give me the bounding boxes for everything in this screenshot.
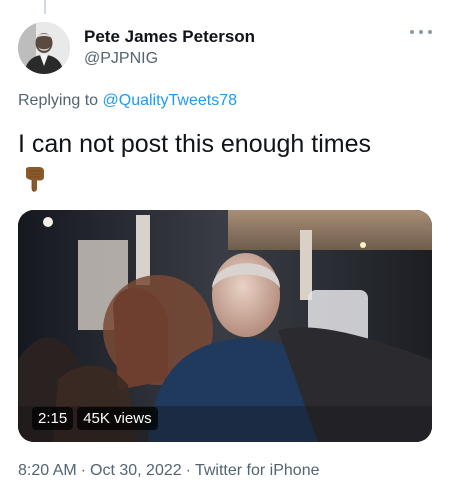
reply-mention-link[interactable]: @QualityTweets78: [103, 92, 238, 109]
backhand-index-pointing-down-icon: [26, 167, 44, 192]
tweet-time[interactable]: 8:20 AM: [18, 462, 77, 479]
video-views: 45K views: [77, 407, 158, 430]
tweet-date[interactable]: Oct 30, 2022: [90, 462, 182, 479]
video-duration: 2:15: [32, 407, 74, 430]
ellipsis-dot: [419, 30, 423, 34]
video-player[interactable]: 2:15 45K views: [18, 210, 432, 442]
video-badges: 2:15 45K views: [32, 407, 158, 430]
reply-context: Replying to @QualityTweets78: [18, 92, 237, 110]
ellipsis-icon: [410, 30, 414, 34]
profile-photo-icon: [18, 22, 70, 74]
tweet-text: I can not post this enough times: [18, 130, 371, 158]
ellipsis-dot: [428, 30, 432, 34]
display-name[interactable]: Pete James Peterson: [84, 26, 255, 48]
more-options-button[interactable]: [410, 24, 432, 40]
user-info: Pete James Peterson @PJPNIG: [84, 26, 255, 70]
user-handle[interactable]: @PJPNIG: [84, 48, 255, 70]
tweet-header: Pete James Peterson @PJPNIG: [18, 20, 432, 76]
tweet-metadata: 8:20 AM · Oct 30, 2022 · Twitter for iPhone: [18, 462, 319, 480]
separator: ·: [80, 462, 87, 479]
thread-connector-line: [44, 0, 46, 14]
tweet-source[interactable]: Twitter for iPhone: [195, 462, 320, 479]
reply-prefix: Replying to: [18, 92, 103, 109]
avatar[interactable]: [18, 22, 70, 74]
separator: ·: [185, 462, 191, 479]
